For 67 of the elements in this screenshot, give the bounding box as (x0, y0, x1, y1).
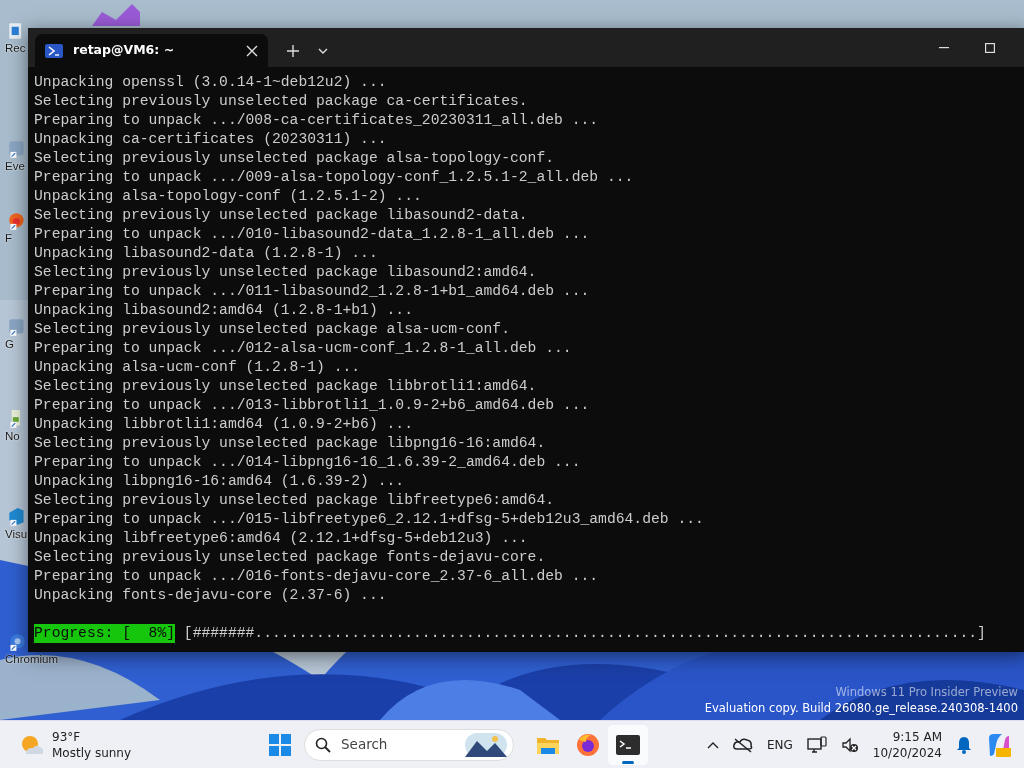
terminal-line: Unpacking libasound2-data (1.2.8-1) ... (34, 244, 378, 263)
terminal-line: Selecting previously unselected package libpng16-16:amd64. (34, 434, 546, 453)
terminal-line: Unpacking libbrotli1:amd64 (1.0.9-2+b6) ... (34, 415, 413, 434)
powershell-icon (45, 43, 63, 58)
watermark-text: Evaluation copy. Build 26080.ge_release.240308-1400 (704, 700, 1018, 716)
terminal-line: Unpacking libasound2:amd64 (1.2.8-1+b1) ... (34, 301, 413, 320)
browser-icon[interactable] (8, 212, 26, 231)
desktop-icon-label[interactable]: Eve (5, 159, 25, 173)
terminal-line: Preparing to unpack .../015-libfreetype6_2.12.1+dfsg-5+deb12u3_amd64.deb ... (34, 510, 704, 529)
terminal-line: Preparing to unpack .../013-libbrotli1_1.0.9-2+b6_amd64.deb ... (34, 396, 590, 415)
terminal-line: Unpacking libpng16-16:amd64 (1.6.39-2) ... (34, 472, 405, 491)
shortcut-icon[interactable] (8, 140, 26, 159)
terminal-line: Selecting previously unselected package alsa-ucm-conf. (34, 320, 510, 339)
cloud-off-icon[interactable] (732, 736, 753, 753)
maximize-icon[interactable] (985, 42, 995, 53)
desktop-icon-label[interactable]: Visu (5, 527, 28, 541)
terminal-line: Selecting previously unselected package libasound2:amd64. (34, 263, 537, 282)
close-icon[interactable] (246, 44, 258, 57)
terminal-line: Preparing to unpack .../008-ca-certificates_20230311_all.deb ... (34, 111, 599, 130)
terminal-line: Preparing to unpack .../012-alsa-ucm-conf_1.2.8-1_all.deb ... (34, 339, 572, 358)
bell-icon[interactable] (956, 735, 972, 754)
desktop-icon-label[interactable]: G (5, 337, 14, 351)
minimize-icon[interactable] (939, 46, 949, 49)
terminal-line: Unpacking libfreetype6:amd64 (2.12.1+dfsg-5+deb12u3) ... (34, 529, 528, 548)
clock-time[interactable]: 9:15 AM (872, 728, 942, 745)
terminal-line: Unpacking ca-certificates (20230311) ... (34, 130, 387, 149)
browser-icon[interactable] (8, 633, 26, 652)
taskbar-app-button[interactable] (608, 724, 648, 765)
watermark-text: Windows 11 Pro Insider Preview (834, 684, 1018, 700)
start-icon (267, 731, 293, 758)
code-editor-icon[interactable] (8, 508, 26, 527)
terminal-line: Preparing to unpack .../009-alsa-topology-conf_1.2.5.1-2_all.deb ... (34, 168, 634, 187)
terminal-line: Selecting previously unselected package ca-certificates. (34, 92, 528, 111)
desktop-icon-label[interactable]: No (5, 429, 20, 443)
search-input[interactable]: Search (339, 733, 449, 756)
temperature-text: 93°F (52, 728, 82, 745)
terminal-line: Unpacking alsa-ucm-conf (1.2.8-1) ... (34, 358, 361, 377)
terminal-line: Preparing to unpack .../014-libpng16-16_1.6.39-2_amd64.deb ... (34, 453, 581, 472)
terminal-line: Unpacking alsa-topology-conf (1.2.5.1-2) ... (34, 187, 422, 206)
clock-date[interactable]: 10/20/2024 (872, 744, 942, 761)
browser-icon (575, 731, 601, 758)
terminal-line: Preparing to unpack .../010-libasound2-data_1.2.8-1_all.deb ... (34, 225, 590, 244)
chevron-down-icon[interactable] (318, 47, 328, 54)
weather-condition: Mostly sunny (52, 744, 132, 761)
terminal-line: Unpacking openssl (3.0.14-1~deb12u2) ... (34, 73, 387, 92)
terminal-line: Selecting previously unselected package alsa-topology-conf. (34, 149, 555, 168)
terminal-line: Selecting previously unselected package libbrotli1:amd64. (34, 377, 537, 396)
terminal-line: Selecting previously unselected package libfreetype6:amd64. (34, 491, 555, 510)
desktop-icon-label[interactable]: F (5, 231, 13, 245)
terminal-line: Selecting previously unselected package fonts-dejavu-core. (34, 548, 546, 567)
progress-bar-text: [#######..................................................................................] (183, 624, 986, 643)
terminal-line: Preparing to unpack .../016-fonts-dejavu-core_2.37-6_all.deb ... (34, 567, 599, 586)
speaker-muted-icon[interactable] (840, 736, 859, 753)
chevron-up-icon[interactable] (706, 740, 719, 749)
language-indicator[interactable]: ENG (766, 735, 793, 754)
plus-icon[interactable] (287, 44, 299, 57)
terminal-tab[interactable]: retap@VM6: ~ (35, 34, 268, 67)
terminal-line: Preparing to unpack .../011-libasound2_1.2.8-1+b1_amd64.deb ... (34, 282, 590, 301)
search-icon (315, 736, 331, 753)
search-field[interactable]: Search (304, 728, 514, 761)
desktop-icon-label[interactable]: Chromium (5, 652, 59, 666)
terminal-line: Unpacking fonts-dejavu-core (2.37-6) ... (34, 586, 387, 605)
shortcut-icon[interactable] (8, 318, 26, 337)
network-icon[interactable] (806, 735, 827, 754)
desktop-icon-label[interactable]: Rec (5, 41, 26, 55)
terminal-line: Selecting previously unselected package libasound2-data. (34, 206, 528, 225)
progress-label: Progress: [ 8%] (34, 624, 176, 643)
